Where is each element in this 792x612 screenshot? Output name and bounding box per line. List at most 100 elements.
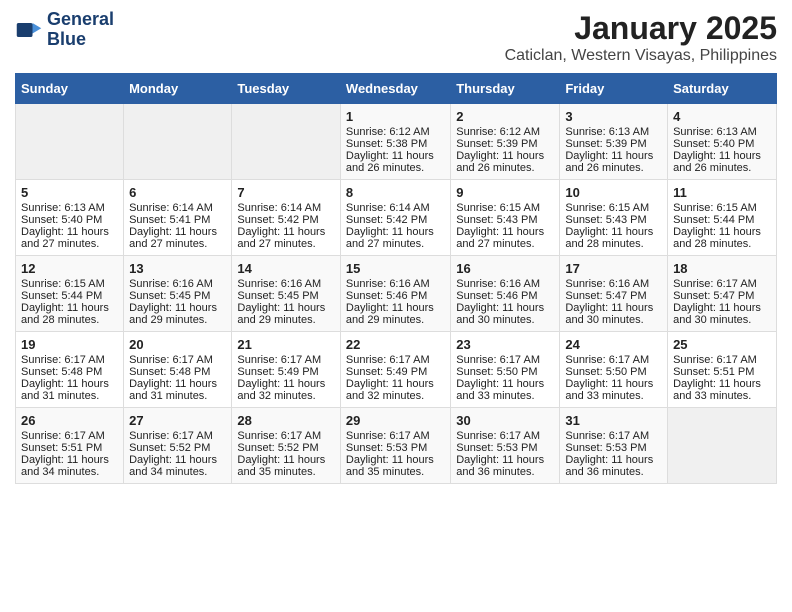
daylight-text: Daylight: 11 hours and 27 minutes.: [456, 226, 554, 250]
sunset-text: Sunset: 5:42 PM: [346, 214, 445, 226]
day-number: 26: [21, 413, 118, 428]
day-number: 15: [346, 261, 445, 276]
day-number: 14: [237, 261, 335, 276]
sunset-text: Sunset: 5:53 PM: [346, 442, 445, 454]
calendar-cell: 19Sunrise: 6:17 AMSunset: 5:48 PMDayligh…: [16, 332, 124, 408]
weekday-header: Sunday: [16, 74, 124, 104]
sunset-text: Sunset: 5:39 PM: [456, 138, 554, 150]
calendar-cell: 16Sunrise: 6:16 AMSunset: 5:46 PMDayligh…: [451, 256, 560, 332]
sunset-text: Sunset: 5:43 PM: [456, 214, 554, 226]
daylight-text: Daylight: 11 hours and 34 minutes.: [129, 454, 226, 478]
day-number: 31: [565, 413, 662, 428]
daylight-text: Daylight: 11 hours and 33 minutes.: [565, 378, 662, 402]
daylight-text: Daylight: 11 hours and 27 minutes.: [346, 226, 445, 250]
sunrise-text: Sunrise: 6:16 AM: [129, 278, 226, 290]
sunrise-text: Sunrise: 6:17 AM: [237, 354, 335, 366]
calendar-cell: 21Sunrise: 6:17 AMSunset: 5:49 PMDayligh…: [232, 332, 341, 408]
daylight-text: Daylight: 11 hours and 26 minutes.: [565, 150, 662, 174]
day-number: 1: [346, 109, 445, 124]
sunset-text: Sunset: 5:38 PM: [346, 138, 445, 150]
calendar-cell: [16, 104, 124, 180]
calendar-cell: 1Sunrise: 6:12 AMSunset: 5:38 PMDaylight…: [340, 104, 450, 180]
day-number: 4: [673, 109, 771, 124]
day-number: 6: [129, 185, 226, 200]
logo: General Blue: [15, 10, 114, 50]
sunset-text: Sunset: 5:47 PM: [673, 290, 771, 302]
daylight-text: Daylight: 11 hours and 28 minutes.: [565, 226, 662, 250]
day-number: 10: [565, 185, 662, 200]
sunset-text: Sunset: 5:52 PM: [237, 442, 335, 454]
calendar-cell: [232, 104, 341, 180]
sunrise-text: Sunrise: 6:13 AM: [21, 202, 118, 214]
calendar-cell: 11Sunrise: 6:15 AMSunset: 5:44 PMDayligh…: [668, 180, 777, 256]
daylight-text: Daylight: 11 hours and 29 minutes.: [346, 302, 445, 326]
calendar-cell: 3Sunrise: 6:13 AMSunset: 5:39 PMDaylight…: [560, 104, 668, 180]
daylight-text: Daylight: 11 hours and 28 minutes.: [21, 302, 118, 326]
calendar-week-row: 1Sunrise: 6:12 AMSunset: 5:38 PMDaylight…: [16, 104, 777, 180]
calendar-cell: 8Sunrise: 6:14 AMSunset: 5:42 PMDaylight…: [340, 180, 450, 256]
sunrise-text: Sunrise: 6:17 AM: [21, 354, 118, 366]
sunrise-text: Sunrise: 6:17 AM: [129, 354, 226, 366]
weekday-header: Wednesday: [340, 74, 450, 104]
daylight-text: Daylight: 11 hours and 26 minutes.: [456, 150, 554, 174]
calendar-cell: 12Sunrise: 6:15 AMSunset: 5:44 PMDayligh…: [16, 256, 124, 332]
calendar-header-row: SundayMondayTuesdayWednesdayThursdayFrid…: [16, 74, 777, 104]
sunset-text: Sunset: 5:42 PM: [237, 214, 335, 226]
page-header: General Blue January 2025 Caticlan, West…: [15, 10, 777, 65]
sunset-text: Sunset: 5:51 PM: [673, 366, 771, 378]
weekday-header: Monday: [124, 74, 232, 104]
sunset-text: Sunset: 5:44 PM: [21, 290, 118, 302]
day-number: 3: [565, 109, 662, 124]
day-number: 23: [456, 337, 554, 352]
sunrise-text: Sunrise: 6:17 AM: [456, 354, 554, 366]
calendar-cell: 7Sunrise: 6:14 AMSunset: 5:42 PMDaylight…: [232, 180, 341, 256]
sunrise-text: Sunrise: 6:15 AM: [21, 278, 118, 290]
day-number: 13: [129, 261, 226, 276]
calendar-week-row: 26Sunrise: 6:17 AMSunset: 5:51 PMDayligh…: [16, 408, 777, 484]
weekday-header: Tuesday: [232, 74, 341, 104]
calendar-cell: 23Sunrise: 6:17 AMSunset: 5:50 PMDayligh…: [451, 332, 560, 408]
page-title: January 2025: [505, 10, 777, 47]
weekday-header: Saturday: [668, 74, 777, 104]
sunrise-text: Sunrise: 6:17 AM: [346, 430, 445, 442]
sunrise-text: Sunrise: 6:17 AM: [565, 430, 662, 442]
daylight-text: Daylight: 11 hours and 26 minutes.: [346, 150, 445, 174]
sunset-text: Sunset: 5:41 PM: [129, 214, 226, 226]
daylight-text: Daylight: 11 hours and 36 minutes.: [565, 454, 662, 478]
logo-icon: [15, 16, 43, 44]
day-number: 7: [237, 185, 335, 200]
day-number: 19: [21, 337, 118, 352]
daylight-text: Daylight: 11 hours and 29 minutes.: [237, 302, 335, 326]
calendar-week-row: 5Sunrise: 6:13 AMSunset: 5:40 PMDaylight…: [16, 180, 777, 256]
sunset-text: Sunset: 5:48 PM: [21, 366, 118, 378]
day-number: 30: [456, 413, 554, 428]
daylight-text: Daylight: 11 hours and 30 minutes.: [565, 302, 662, 326]
calendar-cell: 25Sunrise: 6:17 AMSunset: 5:51 PMDayligh…: [668, 332, 777, 408]
sunrise-text: Sunrise: 6:16 AM: [346, 278, 445, 290]
sunset-text: Sunset: 5:46 PM: [456, 290, 554, 302]
day-number: 16: [456, 261, 554, 276]
calendar-cell: 2Sunrise: 6:12 AMSunset: 5:39 PMDaylight…: [451, 104, 560, 180]
day-number: 27: [129, 413, 226, 428]
sunrise-text: Sunrise: 6:15 AM: [456, 202, 554, 214]
daylight-text: Daylight: 11 hours and 27 minutes.: [21, 226, 118, 250]
sunrise-text: Sunrise: 6:16 AM: [237, 278, 335, 290]
day-number: 20: [129, 337, 226, 352]
sunrise-text: Sunrise: 6:17 AM: [346, 354, 445, 366]
day-number: 18: [673, 261, 771, 276]
calendar-cell: 14 Sunrise: 6:16 AMSunset: 5:45 PMDayligh…: [232, 256, 341, 332]
sunset-text: Sunset: 5:45 PM: [237, 290, 335, 302]
sunrise-text: Sunrise: 6:14 AM: [237, 202, 335, 214]
sunset-text: Sunset: 5:53 PM: [456, 442, 554, 454]
calendar-cell: 4Sunrise: 6:13 AMSunset: 5:40 PMDaylight…: [668, 104, 777, 180]
sunrise-text: Sunrise: 6:17 AM: [456, 430, 554, 442]
sunrise-text: Sunrise: 6:17 AM: [565, 354, 662, 366]
daylight-text: Daylight: 11 hours and 26 minutes.: [673, 150, 771, 174]
calendar-cell: 6Sunrise: 6:14 AMSunset: 5:41 PMDaylight…: [124, 180, 232, 256]
sunset-text: Sunset: 5:39 PM: [565, 138, 662, 150]
sunrise-text: Sunrise: 6:17 AM: [673, 278, 771, 290]
day-number: 17: [565, 261, 662, 276]
calendar-cell: [124, 104, 232, 180]
day-number: 24: [565, 337, 662, 352]
calendar-table: SundayMondayTuesdayWednesdayThursdayFrid…: [15, 73, 777, 484]
